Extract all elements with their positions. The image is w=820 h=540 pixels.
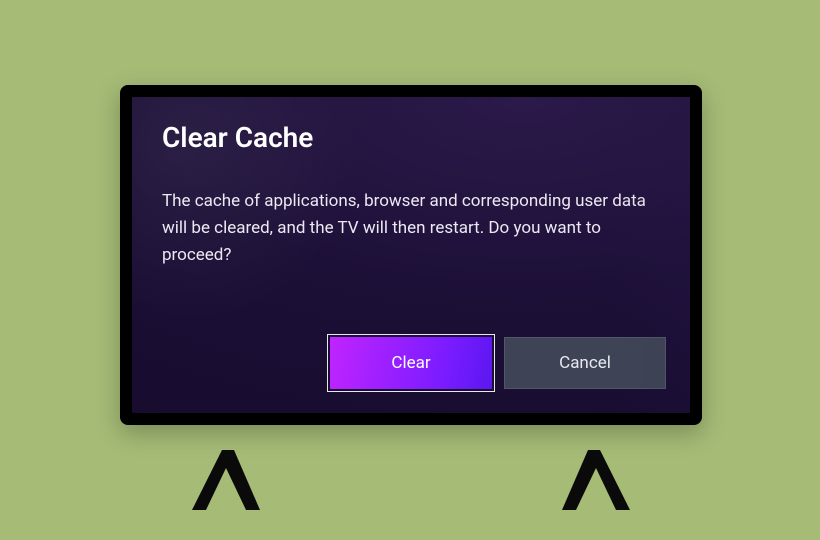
- dialog-title: Clear Cache: [162, 121, 660, 154]
- tv-screen: Clear Cache The cache of applications, b…: [132, 97, 690, 413]
- tv-stand-leg-right: [552, 450, 640, 510]
- tv-stand-leg-left: [182, 450, 270, 510]
- clear-button[interactable]: Clear: [330, 337, 492, 389]
- cancel-button[interactable]: Cancel: [504, 337, 666, 389]
- tv-frame: Clear Cache The cache of applications, b…: [120, 85, 702, 425]
- dialog-body-text: The cache of applications, browser and c…: [162, 188, 660, 270]
- dialog-button-row: Clear Cancel: [330, 337, 666, 389]
